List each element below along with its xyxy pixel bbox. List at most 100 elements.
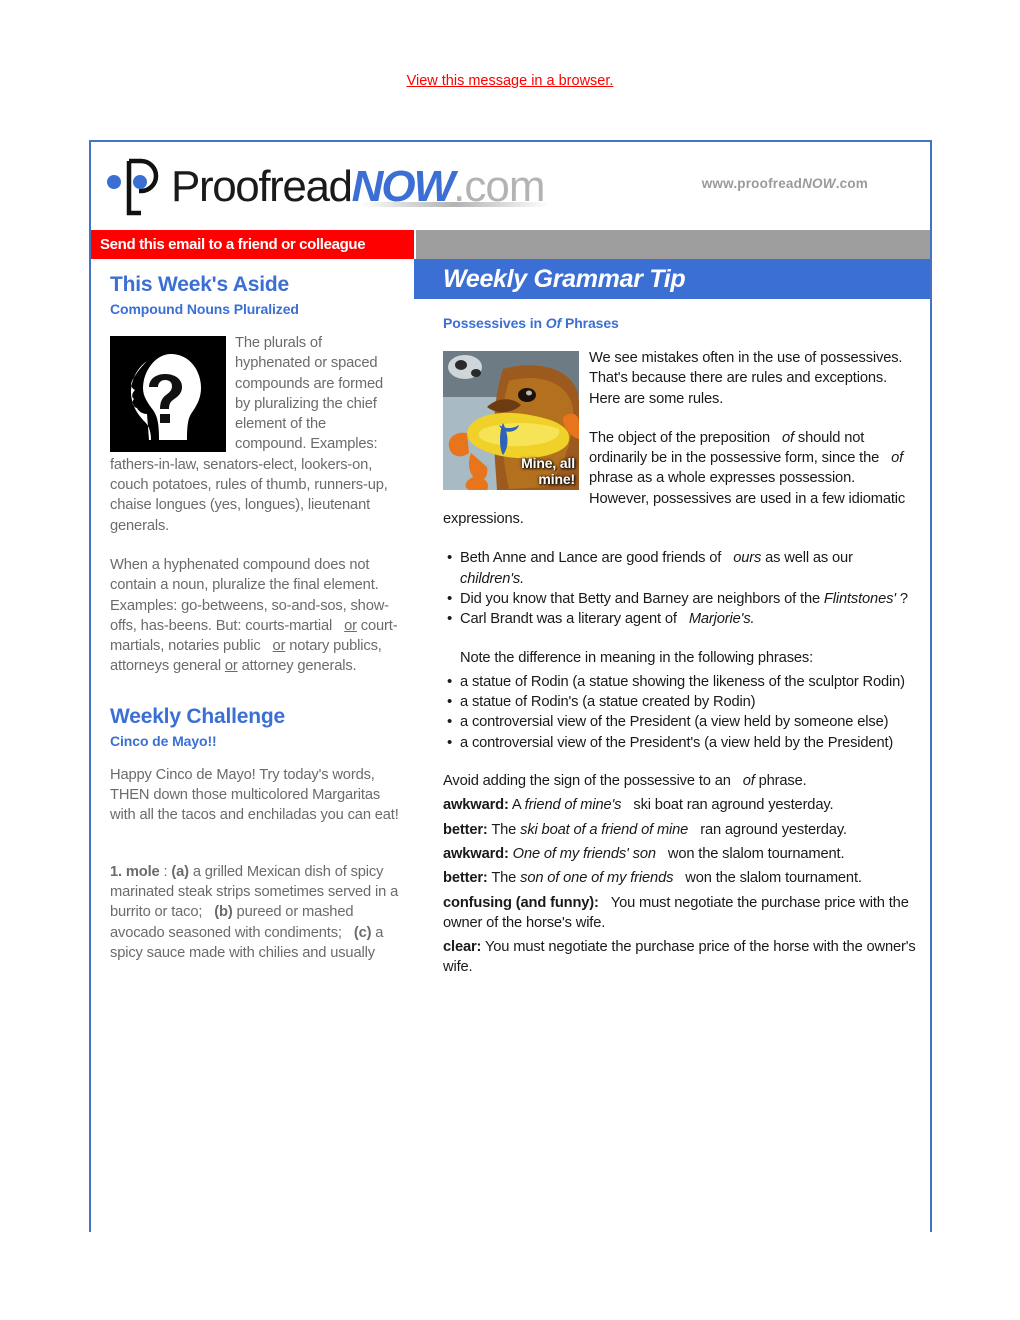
example-awkward-1: awkward: A friend of mine's ski boat ran … (443, 795, 917, 815)
bullet-2-part-a: Did you know that Betty and Barney are n… (460, 590, 820, 607)
send-to-friend-button[interactable]: Send this email to a friend or colleague (91, 230, 414, 259)
challenge-heading: Weekly Challenge (110, 704, 285, 728)
tip-p1-text: We see mistakes often in the use of poss… (589, 350, 903, 407)
challenge-body: Happy Cinco de Mayo! Try today's words, … (110, 765, 400, 963)
right-column: Weekly Grammar Tip Possessives in Of Phr… (414, 259, 930, 982)
dachshund-toy-image: Mine, all mine! (443, 351, 579, 490)
tip-p2-of-2: of (891, 450, 904, 467)
dog-caption-line1: Mine, all (521, 455, 575, 471)
def-label-c: (c) (353, 924, 372, 941)
bullet-3-italic-1: Marjorie's. (688, 611, 755, 628)
meaning-difference-bullet-list: a statue of Rodin (a statue showing the … (443, 672, 917, 753)
example-2-pre: The (491, 821, 517, 838)
logo-mark-icon (105, 156, 171, 218)
list-item: Did you know that Betty and Barney are n… (447, 589, 917, 610)
tip-sub-italic-of: Of (545, 315, 562, 331)
bullet-1-italic-1: ours (733, 550, 762, 567)
example-4-pre: The (491, 870, 517, 887)
aside-p1-part1: The plurals of hyphenated or spaced comp… (235, 335, 384, 433)
example-better-1: better: The ski boat of a friend of mine… (443, 820, 917, 840)
bullet-2-italic-1: Flintstones' (823, 590, 896, 607)
dog-image-caption: Mine, all mine! (521, 455, 575, 487)
proofreadnow-logo[interactable]: ProofreadNOW.com (105, 156, 546, 218)
idiomatic-bullet-list: Beth Anne and Lance are good friends of o… (443, 548, 917, 629)
example-1-italic: friend of mine's (524, 797, 622, 814)
challenge-word-definition: 1. mole : (a) a grilled Mexican dish of … (110, 862, 400, 963)
example-awkward-2: awkward: One of my friends' son won the s… (443, 844, 917, 864)
bullet-1-part-b: as well as our (765, 550, 853, 567)
def-label-b: (b) (214, 904, 233, 921)
tip-sub-part1: Possessives in (443, 315, 542, 331)
aside-heading: This Week's Aside (110, 273, 289, 296)
masthead: ProofreadNOW.com www.proofreadNOW.com (91, 142, 930, 230)
bullet-2-part-b: ? (899, 590, 908, 607)
logo-underline-shadow (359, 202, 549, 207)
aside-paragraph-1: The plurals of hyphenated or spaced comp… (110, 333, 400, 536)
aside-p2-or-1: or (344, 617, 357, 634)
challenge-paragraph: Happy Cinco de Mayo! Try today's words, … (110, 766, 399, 824)
grammar-tip-content: Possessives in Of Phrases Mine, all mine… (414, 299, 930, 978)
grammar-tip-title: Weekly Grammar Tip (443, 264, 686, 293)
note-intro-paragraph: Note the difference in meaning in the fo… (460, 649, 814, 666)
left-column: This Week's Aside Compound Nouns Plurali… (91, 259, 414, 982)
url-prefix: www.proofread (701, 176, 803, 191)
list-item: a statue of Rodin (a statue showing the … (447, 672, 917, 693)
url-suffix: .com (835, 176, 868, 191)
grammar-tip-body: Mine, all mine! We see mistakes often in… (443, 348, 917, 978)
example-5-label: confusing (and funny): (443, 894, 599, 911)
tip-paragraph-1: Mine, all mine! We see mistakes often in… (443, 348, 917, 490)
logo-text-proofread: Proofread (171, 162, 353, 211)
example-1-pre: A (511, 797, 521, 814)
aside-subheading: Compound Nouns Pluralized (110, 301, 299, 317)
avoid-part-a: Avoid adding the sign of the possessive … (443, 773, 731, 790)
avoid-paragraph: Avoid adding the sign of the possessive … (443, 771, 917, 791)
list-item: Carl Brandt was a literary agent of Marjo… (447, 609, 917, 630)
aside-p2-part4: attorney generals. (241, 658, 357, 675)
example-3-label: awkward: (443, 845, 509, 862)
example-4-post: won the slalom tournament. (685, 870, 862, 887)
example-clear: clear: You must negotiate the purchase p… (443, 937, 917, 978)
gray-spacer-bar (416, 230, 930, 259)
preheader-bar: View this message in a browser. (0, 72, 1020, 90)
example-6-label: clear: (443, 939, 482, 956)
view-in-browser-link[interactable]: View this message in a browser. (407, 73, 614, 89)
example-2-italic: ski boat of a friend of mine (520, 821, 689, 838)
bullet-3-part-a: Carl Brandt was a literary agent of (460, 611, 677, 628)
example-2-post: ran aground yesterday. (700, 821, 847, 838)
example-confusing: confusing (and funny): You must negotiate… (443, 893, 917, 934)
question-mark-head-image (110, 336, 226, 452)
example-4-label: better: (443, 870, 488, 887)
example-6-pre: You must negotiate the purchase price of… (443, 939, 916, 976)
example-3-italic: One of my friends' son (512, 845, 656, 862)
word-number-term: 1. mole (110, 863, 160, 880)
aside-paragraph-2: When a hyphenated compound does not cont… (110, 555, 400, 677)
avoid-italic-of: of (742, 773, 755, 790)
bullet-1-part-a: Beth Anne and Lance are good friends of (460, 550, 722, 567)
tip-p2-of-1: of (782, 429, 794, 446)
word-colon: : (163, 863, 168, 880)
tip-sub-part2: Phrases (564, 315, 619, 331)
example-1-post: ski boat ran aground yesterday. (633, 797, 834, 814)
url-italic-now: NOW (802, 176, 836, 191)
share-strip: Send this email to a friend or colleague (91, 230, 930, 259)
def-label-a: (a) (171, 863, 189, 880)
list-item: Beth Anne and Lance are good friends of o… (447, 548, 917, 589)
example-2-label: better: (443, 821, 488, 838)
example-better-2: better: The son of one of my friends won … (443, 868, 917, 888)
content-columns: This Week's Aside Compound Nouns Plurali… (91, 259, 930, 982)
tip-p2-part1: The object of the preposition (589, 429, 770, 446)
example-3-post: won the slalom tournament. (667, 845, 845, 862)
list-item: a controversial view of the President's … (447, 733, 917, 754)
list-item: a controversial view of the President (a… (447, 712, 917, 733)
grammar-tip-subheading: Possessives in Of Phrases (443, 315, 917, 331)
masthead-website-url: www.proofreadNOW.com (702, 176, 868, 191)
grammar-tip-banner: Weekly Grammar Tip (414, 259, 930, 299)
aside-p2-or-2: or (272, 638, 286, 655)
challenge-subheading: Cinco de Mayo!! (110, 732, 217, 749)
dog-caption-line2: mine! (538, 471, 575, 487)
avoid-part-b: phrase. (758, 773, 807, 790)
aside-p2-or-3: or (224, 658, 238, 675)
bullet-1-italic-2: children's. (460, 570, 525, 587)
example-4-italic: son of one of my friends (520, 870, 674, 887)
example-1-label: awkward: (443, 797, 509, 814)
